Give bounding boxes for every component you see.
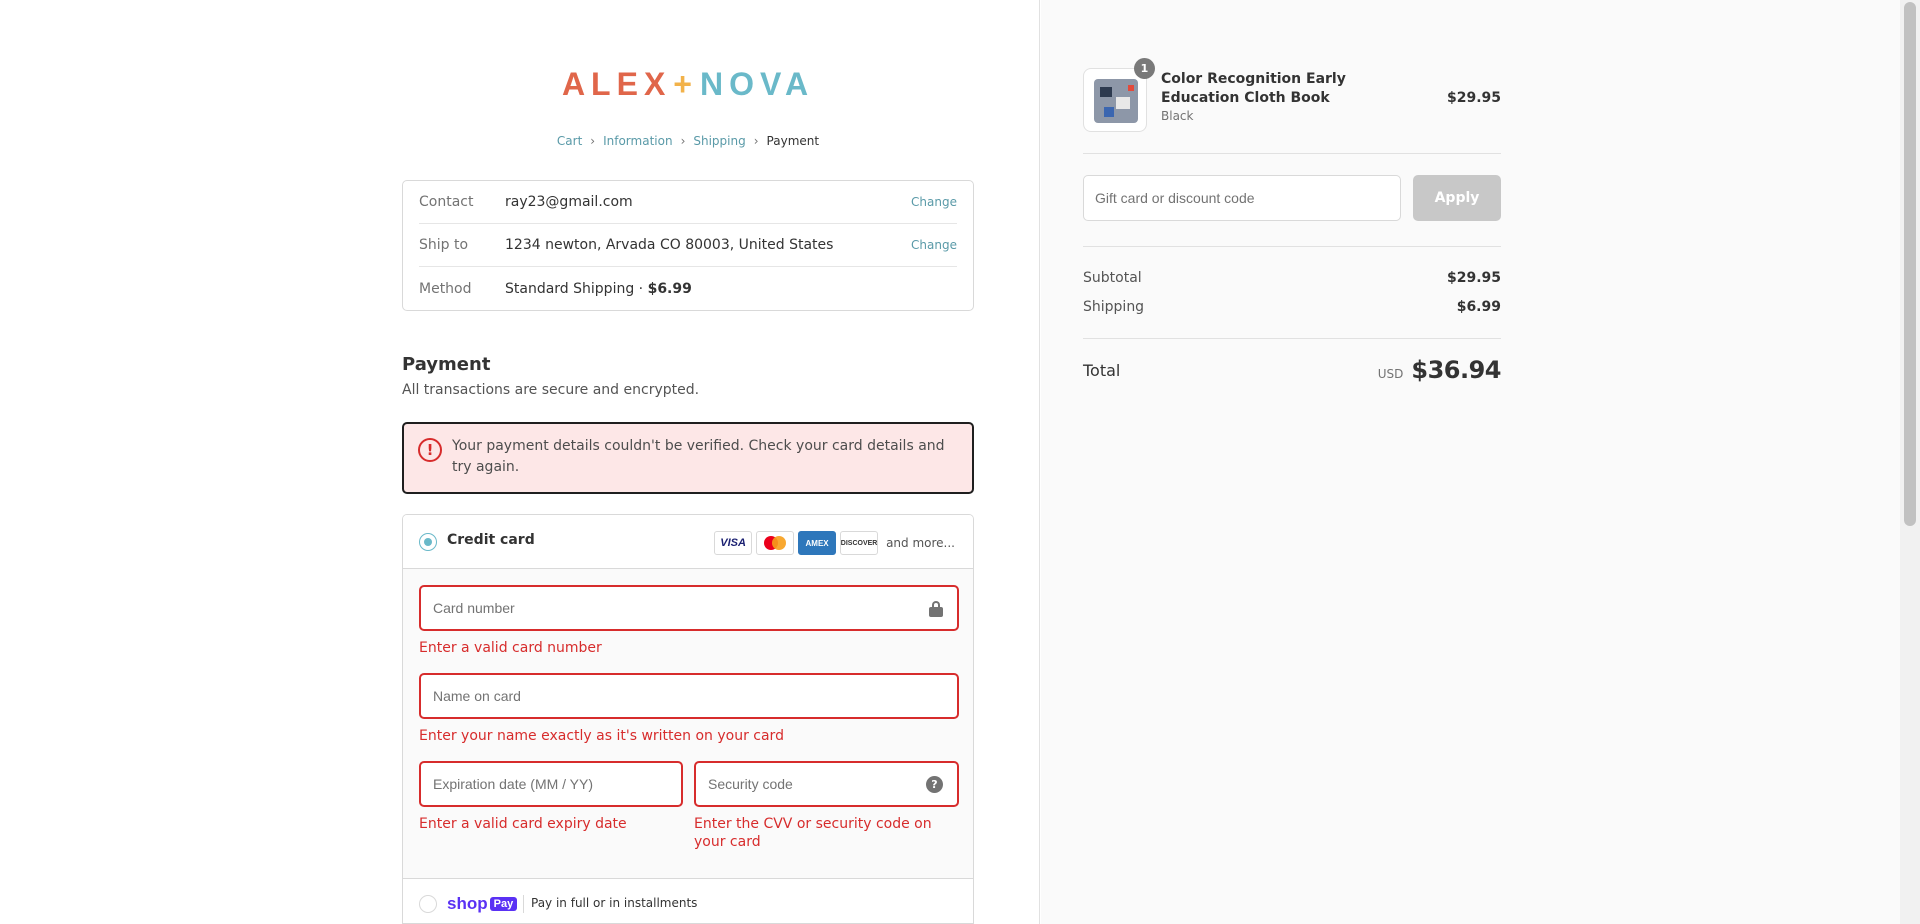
chevron-right-icon: ›: [680, 134, 686, 148]
credit-card-option[interactable]: Credit card VISA AMEX DISCOVER and more.…: [403, 515, 973, 569]
subtotal-label: Subtotal: [1083, 270, 1142, 286]
expiration-date-error: Enter a valid card expiry date: [419, 816, 627, 832]
total-currency: USD: [1377, 367, 1404, 381]
card-number-field[interactable]: [419, 585, 959, 631]
total-value: $36.94: [1411, 356, 1501, 384]
discover-icon: DISCOVER: [840, 531, 879, 555]
contact-label: Contact: [419, 194, 474, 210]
logo-plus: +: [673, 66, 698, 102]
name-on-card-field[interactable]: [419, 673, 959, 719]
security-code-error: Enter the CVV or security code on your c…: [694, 816, 932, 850]
method-name: Standard Shipping: [505, 280, 635, 297]
shop-pay-radio[interactable]: [419, 895, 437, 913]
payment-error-banner: ! Your payment details couldn't be verif…: [402, 422, 974, 494]
more-brands-text: and more...: [886, 536, 955, 550]
change-contact-link[interactable]: Change: [911, 195, 957, 209]
shop-logo-text: shop: [447, 894, 488, 913]
payment-subtitle: All transactions are secure and encrypte…: [402, 382, 700, 398]
subtotal-value: $29.95: [1446, 270, 1501, 286]
name-on-card-input[interactable]: [421, 675, 957, 717]
scrollbar-thumb[interactable]: [1904, 2, 1916, 526]
contact-value: ray23@gmail.com: [505, 194, 633, 210]
shipping-value: $6.99: [1456, 299, 1501, 315]
order-summary: 1 Color Recognition Early Education Clot…: [1041, 0, 1900, 924]
payment-title: Payment: [402, 354, 491, 375]
total-label: Total: [1083, 360, 1121, 380]
breadcrumb-cart[interactable]: Cart: [557, 134, 582, 148]
payment-gateways: Credit card VISA AMEX DISCOVER and more.…: [402, 514, 974, 924]
discount-code-field[interactable]: [1083, 175, 1401, 221]
change-address-link[interactable]: Change: [911, 238, 957, 252]
breadcrumb-information[interactable]: Information: [603, 134, 672, 148]
product-variant: Black: [1161, 109, 1194, 123]
method-price: $6.99: [647, 280, 692, 297]
review-block: Contact ray23@gmail.com Change Ship to 1…: [402, 180, 974, 311]
breadcrumb-shipping[interactable]: Shipping: [693, 134, 745, 148]
method-separator: ·: [634, 280, 648, 297]
ship-to-label: Ship to: [419, 237, 469, 253]
product-name: Color Recognition Early Education Cloth …: [1161, 71, 1346, 106]
alert-circle-icon: !: [418, 438, 442, 462]
shipping-label: Shipping: [1083, 299, 1145, 315]
chevron-right-icon: ›: [590, 134, 596, 148]
expiration-date-field[interactable]: [419, 761, 683, 807]
product-image: [1094, 79, 1138, 123]
chevron-right-icon: ›: [753, 134, 759, 148]
breadcrumb-payment: Payment: [766, 134, 820, 148]
product-thumbnail: [1083, 68, 1147, 132]
subtotal-line: Subtotal $29.95: [1083, 270, 1501, 286]
summary-divider: [1083, 338, 1501, 339]
credit-card-label: Credit card: [447, 532, 535, 548]
product-line-item: 1 Color Recognition Early Education Clot…: [1083, 58, 1501, 132]
logo-text-nova: NOVA: [699, 66, 815, 102]
method-value: Standard Shipping · $6.99: [505, 281, 957, 297]
expiration-date-input[interactable]: [421, 763, 681, 805]
discount-code-input[interactable]: [1084, 176, 1400, 220]
review-row-ship-to: Ship to 1234 newton, Arvada CO 80003, Un…: [419, 224, 957, 267]
ship-to-value: 1234 newton, Arvada CO 80003, United Sta…: [505, 237, 834, 253]
card-number-input[interactable]: [421, 587, 957, 629]
security-code-field[interactable]: ?: [694, 761, 959, 807]
review-row-contact: Contact ray23@gmail.com Change: [419, 181, 957, 224]
credit-card-form: Enter a valid card number Enter your nam…: [403, 569, 973, 879]
security-code-input[interactable]: [696, 763, 957, 805]
shop-pay-option[interactable]: shop Pay Pay in full or in installments: [403, 879, 973, 923]
review-row-method: Method Standard Shipping · $6.99: [419, 267, 957, 310]
name-on-card-error: Enter your name exactly as it's written …: [419, 728, 784, 744]
card-number-error: Enter a valid card number: [419, 640, 602, 656]
visa-icon: VISA: [714, 531, 753, 555]
shop-pay-badge: Pay: [489, 897, 518, 911]
amex-icon: AMEX: [798, 531, 837, 555]
apply-discount-button[interactable]: Apply: [1413, 175, 1501, 221]
shop-pay-text: Pay in full or in installments: [531, 896, 698, 910]
summary-divider: [1083, 153, 1501, 154]
total-line: Total USD $36.94: [1083, 356, 1501, 384]
product-price: $29.95: [1446, 90, 1501, 106]
total-amount: USD $36.94: [1377, 356, 1502, 384]
shipping-line: Shipping $6.99: [1083, 299, 1501, 315]
method-label: Method: [419, 280, 472, 297]
credit-card-radio[interactable]: [419, 533, 437, 551]
summary-divider: [1083, 246, 1501, 247]
breadcrumb: Cart › Information › Shipping › Payment: [402, 134, 974, 148]
store-logo[interactable]: ALEX+NOVA: [402, 66, 974, 103]
page-scrollbar[interactable]: [1900, 0, 1920, 924]
question-circle-icon[interactable]: ?: [926, 776, 943, 793]
mastercard-icon: [756, 531, 795, 555]
shop-pay-logo: shop Pay: [447, 894, 518, 914]
shop-pay-divider: [523, 895, 524, 913]
checkout-main: ALEX+NOVA Cart › Information › Shipping › Paym…: [0, 0, 1040, 924]
card-brands: VISA AMEX DISCOVER and more...: [714, 531, 955, 555]
logo-text-alex: ALEX: [561, 66, 672, 102]
quantity-badge: 1: [1134, 58, 1155, 79]
payment-error-message: Your payment details couldn't be verifie…: [452, 438, 945, 475]
lock-icon: [929, 601, 943, 617]
